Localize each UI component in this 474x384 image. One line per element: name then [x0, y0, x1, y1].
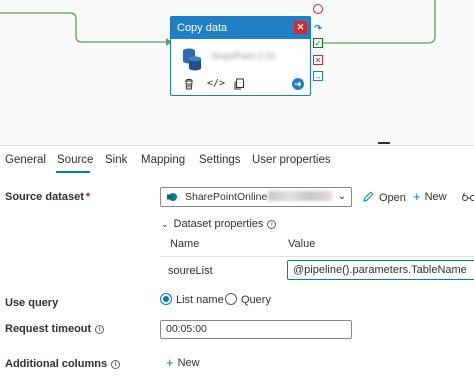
request-timeout-label: Request timeout i — [5, 323, 105, 335]
column-header-name: Name — [170, 238, 200, 250]
copy-data-activity[interactable]: Copy data ✕ SharePoint 2 Data </> ➜ — [170, 16, 311, 96]
required-mark: * — [85, 191, 91, 203]
activity-title: Copy data — [171, 17, 310, 39]
copy-data-icon — [183, 48, 201, 71]
open-dataset-button[interactable]: Open — [362, 190, 406, 204]
source-dataset-label: Source dataset * — [5, 191, 91, 203]
radio-list-name[interactable]: List name — [160, 293, 224, 306]
tab-user-properties[interactable]: User properties — [252, 154, 331, 166]
parameter-value-input[interactable]: @pipeline().parameters.TableName — [287, 260, 474, 280]
failure-output-icon[interactable]: ✕ — [313, 55, 323, 65]
tab-settings[interactable]: Settings — [199, 154, 241, 166]
grid-divider — [160, 256, 474, 257]
dataset-properties-toggle[interactable]: ⌄ Dataset properties i — [161, 218, 277, 230]
chevron-down-icon: ⌄ — [161, 219, 169, 229]
dataset-value: SharePointOnline — [185, 191, 268, 203]
trash-icon[interactable] — [182, 77, 196, 91]
chevron-down-icon: ⌄ — [337, 191, 346, 202]
radio-selected-icon — [160, 293, 172, 305]
glasses-icon[interactable] — [462, 192, 474, 202]
panel-splitter[interactable] — [0, 145, 474, 146]
radio-query[interactable]: Query — [225, 293, 271, 306]
info-icon[interactable]: i — [111, 360, 121, 369]
info-icon[interactable]: i — [95, 325, 105, 334]
additional-columns-label: Additional columns i — [5, 358, 121, 370]
source-dataset-select[interactable]: SharePointOnline ⌄ — [160, 187, 352, 207]
request-timeout-input[interactable]: 00:05:00 — [160, 320, 352, 339]
copy-icon[interactable] — [232, 77, 246, 91]
new-dataset-button[interactable]: + New — [413, 189, 447, 204]
pipeline-canvas[interactable]: Copy data ✕ SharePoint 2 Data </> ➜ ↷ ✓ … — [0, 0, 474, 146]
skip-output-icon[interactable]: ↷ — [313, 23, 323, 33]
use-query-label: Use query — [5, 297, 59, 309]
pencil-icon — [363, 191, 374, 202]
success-output-icon[interactable]: ✓ — [313, 38, 323, 48]
add-output-circle-icon[interactable] — [313, 4, 323, 14]
plus-icon: + — [166, 355, 174, 370]
completion-output-icon[interactable]: → — [313, 71, 323, 81]
active-tab-indicator — [56, 171, 90, 173]
activity-name: SharePoint 2 Data — [211, 51, 275, 61]
add-column-button[interactable]: + New — [166, 355, 200, 370]
splitter-grip[interactable] — [378, 142, 390, 144]
arrow-right-icon[interactable]: ➜ — [292, 78, 304, 90]
tab-general[interactable]: General — [5, 154, 46, 166]
code-icon[interactable]: </> — [207, 77, 225, 91]
radio-unselected-icon — [225, 293, 237, 305]
activity-toolbar: </> ➜ — [171, 73, 310, 95]
info-icon[interactable]: i — [267, 220, 277, 229]
tab-sink[interactable]: Sink — [105, 154, 127, 166]
properties-tabs: General Source Sink Mapping Settings Use… — [0, 150, 474, 174]
tab-mapping[interactable]: Mapping — [141, 154, 185, 166]
delete-activity-icon[interactable]: ✕ — [294, 21, 307, 34]
plus-icon: + — [413, 189, 421, 204]
column-header-value: Value — [288, 238, 316, 250]
parameter-name: soureList — [168, 265, 213, 277]
tab-source[interactable]: Source — [57, 154, 93, 166]
sharepoint-icon — [167, 193, 177, 201]
dataset-name-redacted — [268, 191, 333, 201]
